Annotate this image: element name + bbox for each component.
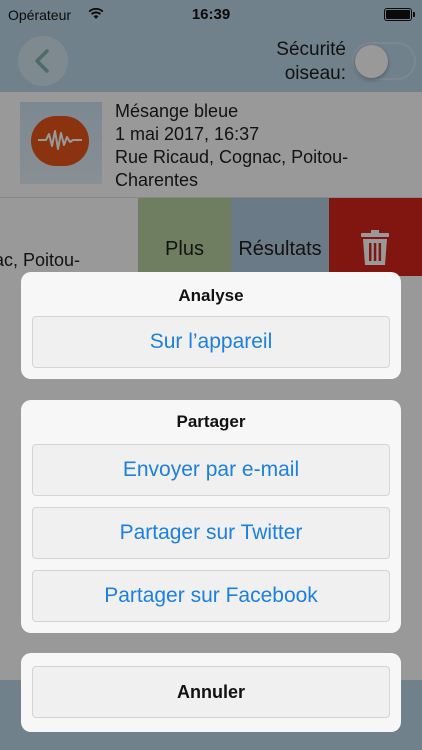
analyze-on-device-button[interactable]: Sur l’appareil	[32, 316, 390, 368]
share-twitter-button[interactable]: Partager sur Twitter	[32, 507, 390, 559]
share-section: Partager Envoyer par e-mail Partager sur…	[21, 400, 401, 633]
analysis-section: Analyse Sur l’appareil	[21, 272, 401, 379]
analysis-title: Analyse	[178, 286, 244, 305]
cancel-section: Annuler	[21, 653, 401, 732]
share-facebook-button[interactable]: Partager sur Facebook	[32, 570, 390, 622]
share-email-button[interactable]: Envoyer par e-mail	[32, 444, 390, 496]
share-title: Partager	[176, 412, 246, 431]
cancel-button[interactable]: Annuler	[32, 666, 390, 718]
